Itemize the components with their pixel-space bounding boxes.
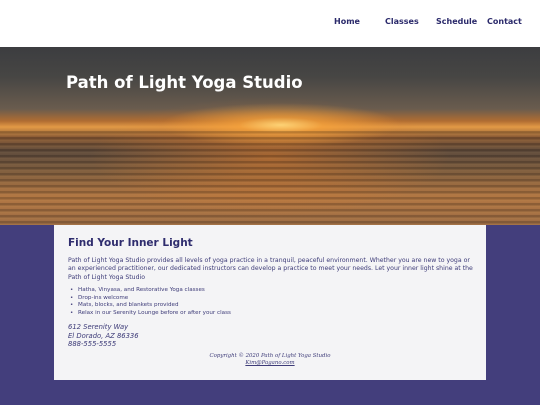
list-item: Hatha, Vinyasa, and Restorative Yoga cla… xyxy=(78,287,458,295)
hero-banner: Path of Light Yoga Studio xyxy=(0,47,540,225)
top-navigation-bar: Home Classes Schedule Contact xyxy=(0,0,540,47)
nav-contact-link[interactable]: Contact xyxy=(487,17,522,26)
address-street: 612 Serenity Way xyxy=(68,323,129,331)
list-item: Relax in our Serenity Lounge before or a… xyxy=(78,310,458,318)
nav-classes-link[interactable]: Classes xyxy=(385,17,419,26)
features-list: Hatha, Vinyasa, and Restorative Yoga cla… xyxy=(78,287,458,317)
email-link[interactable]: Kim@Pagano.com xyxy=(245,360,294,366)
section-heading: Find Your Inner Light xyxy=(68,237,193,249)
nav-home-link[interactable]: Home xyxy=(334,17,360,26)
studio-address: 612 Serenity Way El Dorado, AZ 86336 888… xyxy=(68,323,139,349)
sunset-water-image xyxy=(0,131,540,225)
intro-paragraph: Path of Light Yoga Studio provides all l… xyxy=(68,257,473,281)
address-city: El Dorado, AZ 86336 xyxy=(68,331,139,340)
list-item: Drop-ins welcome xyxy=(78,295,458,303)
site-title: Path of Light Yoga Studio xyxy=(66,73,303,92)
main-content-card: Find Your Inner Light Path of Light Yoga… xyxy=(54,225,486,380)
page-footer: Copyright © 2020 Path of Light Yoga Stud… xyxy=(54,353,486,367)
nav-schedule-link[interactable]: Schedule xyxy=(436,17,477,26)
list-item: Mats, blocks, and blankets provided xyxy=(78,302,458,310)
phone-number: 888-555-5555 xyxy=(68,340,117,349)
